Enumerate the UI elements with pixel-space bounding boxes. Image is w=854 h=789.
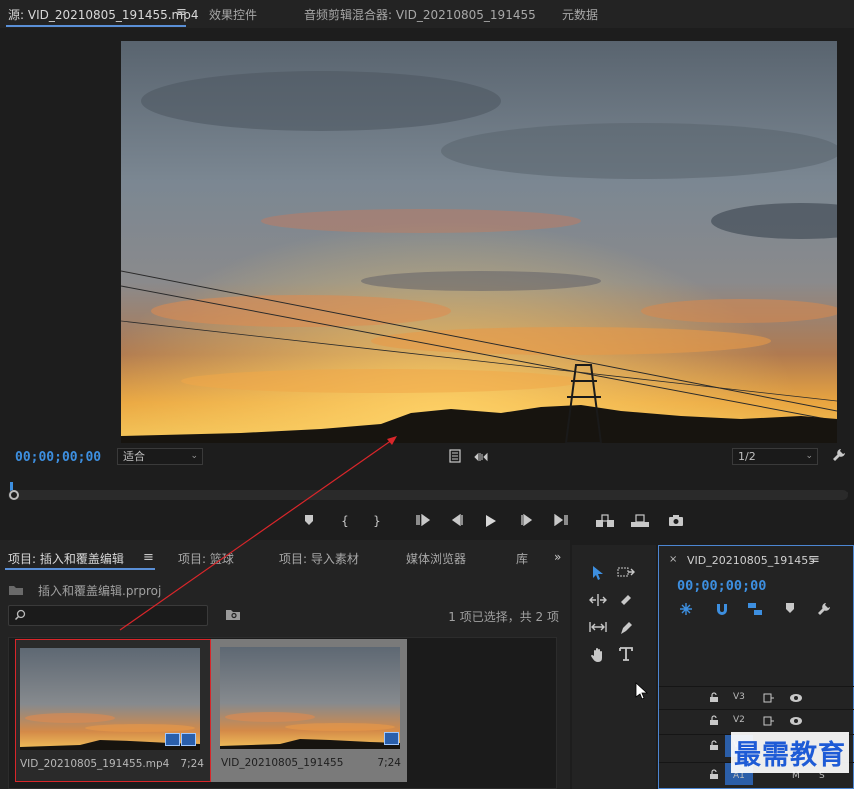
eye-icon[interactable] bbox=[789, 692, 803, 706]
tab-audio-clip-mixer[interactable]: 音频剪辑混合器: VID_20210805_191455 bbox=[304, 6, 536, 23]
step-forward-button[interactable] bbox=[516, 512, 538, 530]
razor-tool-icon[interactable] bbox=[614, 590, 638, 612]
tab-project-insert-overwrite[interactable]: 项目: 插入和覆盖编辑 bbox=[8, 550, 124, 567]
zoom-select-value: 适合 bbox=[123, 450, 145, 463]
search-icon bbox=[14, 609, 26, 624]
tab-media-browser[interactable]: 媒体浏览器 bbox=[406, 550, 466, 567]
hand-tool-icon[interactable] bbox=[586, 644, 610, 666]
active-tab-indicator bbox=[6, 25, 186, 27]
wrench-settings-icon[interactable] bbox=[817, 602, 831, 619]
eye-icon[interactable] bbox=[789, 715, 803, 729]
more-tabs-icon[interactable]: » bbox=[554, 550, 561, 564]
tab-project-import[interactable]: 项目: 导入素材 bbox=[279, 550, 359, 567]
step-back-button[interactable] bbox=[446, 512, 468, 530]
track-label: V3 bbox=[733, 692, 745, 702]
sequence-badge-icon bbox=[384, 732, 399, 745]
slip-tool-icon[interactable] bbox=[586, 617, 610, 639]
export-frame-button[interactable] bbox=[665, 512, 687, 530]
lock-icon[interactable] bbox=[709, 769, 719, 783]
scrollbar-handle[interactable] bbox=[9, 490, 19, 500]
source-monitor: 00;00;00;00 适合 ⌄ 1/2 ⌄ { } bbox=[0, 28, 854, 540]
project-breadcrumb: 插入和覆盖编辑.prproj bbox=[38, 584, 162, 598]
play-button[interactable] bbox=[480, 512, 502, 530]
panel-menu-icon[interactable]: ≡ bbox=[143, 550, 154, 565]
chevron-down-icon: ⌄ bbox=[190, 451, 198, 461]
selection-status: 1 项已选择，共 2 项 bbox=[448, 610, 559, 624]
linked-selection-icon[interactable] bbox=[747, 602, 763, 619]
insert-button[interactable] bbox=[593, 512, 617, 530]
go-to-in-button[interactable] bbox=[412, 512, 434, 530]
tab-source-monitor[interactable]: 源: VID_20210805_191455.mp4 bbox=[8, 6, 199, 23]
search-input[interactable] bbox=[8, 605, 208, 626]
mouse-cursor-icon bbox=[630, 679, 654, 701]
sunset-image bbox=[121, 41, 837, 443]
folder-icon bbox=[8, 584, 24, 599]
track-select-tool-icon[interactable] bbox=[614, 562, 638, 584]
lock-icon[interactable] bbox=[709, 692, 719, 706]
close-icon[interactable]: × bbox=[669, 554, 677, 565]
tab-project-basketball[interactable]: 项目: 篮球 bbox=[178, 550, 234, 567]
timeline-panel: × VID_20210805_191455 ≡ 00;00;00;00 V3 V… bbox=[658, 545, 854, 789]
find-in-bin-icon[interactable] bbox=[225, 608, 241, 624]
ripple-edit-tool-icon[interactable] bbox=[586, 590, 610, 612]
sync-lock-icon[interactable] bbox=[763, 715, 775, 729]
mark-out-button[interactable]: } bbox=[366, 512, 388, 530]
clip-duration: 7;24 bbox=[377, 757, 401, 769]
overwrite-button[interactable] bbox=[628, 512, 652, 530]
clip-duration: 7;24 bbox=[180, 758, 204, 770]
chevron-down-icon: ⌄ bbox=[805, 451, 813, 461]
clip-item[interactable]: VID_20210805_191455 7;24 bbox=[211, 639, 407, 782]
drag-audio-icon[interactable] bbox=[474, 451, 488, 465]
nest-toggle-icon[interactable] bbox=[679, 602, 693, 619]
track-v2[interactable]: V2 bbox=[659, 709, 854, 731]
panel-menu-icon[interactable]: ≡ bbox=[176, 5, 187, 20]
lock-icon[interactable] bbox=[709, 740, 719, 754]
zoom-select[interactable]: 适合 ⌄ bbox=[117, 448, 203, 465]
tab-effect-controls[interactable]: 效果控件 bbox=[209, 6, 257, 23]
track-label: V2 bbox=[733, 715, 745, 725]
clip-grid: VID_20210805_191455.mp4 7;24 VID_2021080… bbox=[8, 637, 557, 789]
lock-icon[interactable] bbox=[709, 715, 719, 729]
project-panel: 项目: 插入和覆盖编辑 ≡ 项目: 篮球 项目: 导入素材 媒体浏览器 库 » … bbox=[0, 540, 570, 789]
source-timecode[interactable]: 00;00;00;00 bbox=[15, 450, 101, 465]
active-tab-indicator bbox=[5, 568, 155, 570]
zoom-scrollbar[interactable] bbox=[8, 490, 848, 500]
panel-menu-icon[interactable]: ≡ bbox=[809, 552, 820, 567]
clip-item-selected[interactable]: VID_20210805_191455.mp4 7;24 bbox=[15, 639, 211, 782]
clip-name: VID_20210805_191455.mp4 bbox=[20, 758, 170, 770]
top-tab-bar: 源: VID_20210805_191455.mp4 ≡ 效果控件 音频剪辑混合… bbox=[0, 0, 854, 28]
snap-icon[interactable] bbox=[715, 602, 729, 619]
clip-name: VID_20210805_191455 bbox=[221, 757, 344, 769]
audio-badge-icon bbox=[181, 733, 196, 746]
sequence-tab[interactable]: VID_20210805_191455 bbox=[687, 554, 815, 567]
go-to-out-button[interactable] bbox=[550, 512, 572, 530]
tab-libraries[interactable]: 库 bbox=[516, 550, 528, 567]
video-frame[interactable] bbox=[121, 41, 837, 443]
track-v3[interactable]: V3 bbox=[659, 686, 854, 708]
mark-in-button[interactable]: { bbox=[334, 512, 356, 530]
timeline-timecode[interactable]: 00;00;00;00 bbox=[677, 578, 766, 594]
wrench-settings-icon[interactable] bbox=[832, 448, 846, 465]
resolution-select-value: 1/2 bbox=[738, 450, 756, 463]
add-marker-icon[interactable] bbox=[785, 602, 795, 617]
selection-tool-icon[interactable] bbox=[586, 562, 610, 584]
tab-metadata[interactable]: 元数据 bbox=[562, 6, 598, 23]
tools-panel bbox=[572, 545, 656, 789]
watermark-text: 最需教育 bbox=[731, 732, 849, 773]
pen-tool-icon[interactable] bbox=[614, 617, 638, 639]
type-tool-icon[interactable] bbox=[614, 644, 638, 666]
clip-thumbnail bbox=[220, 647, 400, 749]
video-badge-icon bbox=[165, 733, 180, 746]
resolution-select[interactable]: 1/2 ⌄ bbox=[732, 448, 818, 465]
add-marker-button[interactable] bbox=[298, 512, 320, 530]
safe-margins-icon[interactable] bbox=[449, 449, 461, 466]
sync-lock-icon[interactable] bbox=[763, 692, 775, 706]
